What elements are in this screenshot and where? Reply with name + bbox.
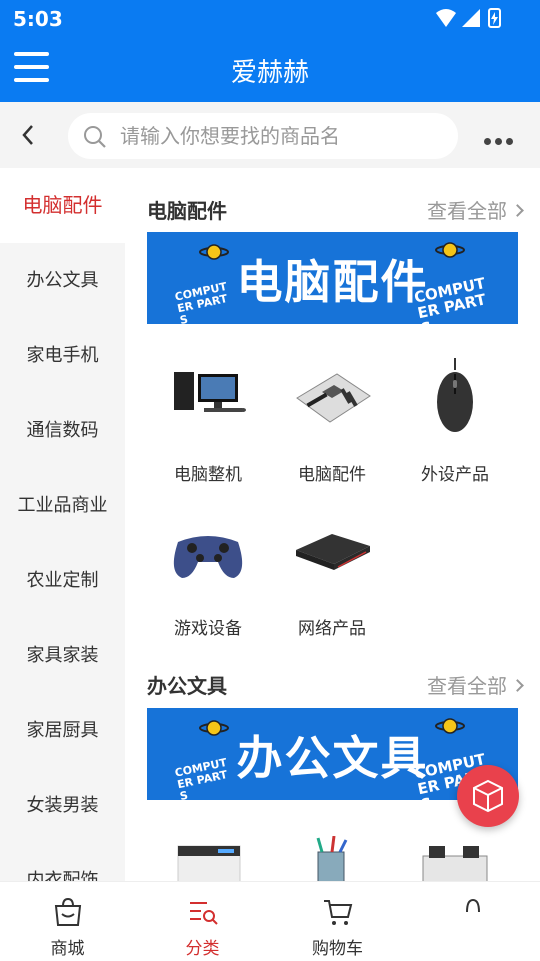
category-item[interactable]: 网络产品 [277,512,387,652]
sidebar-item-apparel[interactable]: 女装男装 [0,768,125,843]
tab-label: 商城 [50,939,85,959]
tab-label: 分类 [185,939,220,959]
motherboard-icon [296,373,371,423]
sidebar-item-kitchen[interactable]: 家居厨具 [0,693,125,768]
section-title: 办公文具 [147,674,227,698]
category-label: 电脑整机 [174,465,242,485]
sidebar-item-digital[interactable]: 通信数码 [0,393,125,468]
app-bar: 爱赫赫 [0,36,540,102]
floating-action-button[interactable] [457,765,519,827]
tab-cart[interactable]: 购物车 [270,882,405,961]
gamepad-icon [173,536,243,578]
category-item[interactable] [277,836,387,881]
back-icon[interactable] [16,120,40,150]
box-3d-icon [473,779,503,813]
chevron-right-icon [511,204,524,217]
mouse-icon [437,358,473,432]
search-input[interactable] [120,121,440,151]
category-item[interactable] [400,836,510,881]
view-all-link[interactable]: 查看全部 [427,670,524,699]
section-header: 电脑配件 查看全部 [147,195,524,225]
section-header: 办公文具 查看全部 [147,670,524,700]
user-icon [466,898,480,913]
app-title: 爱赫赫 [230,58,309,88]
status-icons [436,8,501,28]
sidebar-item-furniture[interactable]: 家具家装 [0,618,125,693]
sidebar-item-industrial[interactable]: 工业品商业 [0,468,125,543]
view-all-link[interactable]: 查看全部 [427,195,524,224]
router-icon [296,534,370,570]
category-item[interactable]: 电脑整机 [153,358,263,498]
tab-mall[interactable]: 商城 [0,882,135,961]
sidebar-item-agriculture[interactable]: 农业定制 [0,543,125,618]
printer-icon [177,845,241,881]
sidebar-item-office-supplies[interactable]: 办公文具 [0,243,125,318]
search-row [0,102,540,168]
wifi-icon [436,9,456,27]
category-item[interactable]: 电脑配件 [277,358,387,498]
category-label: 电脑配件 [298,465,366,485]
view-all-label: 查看全部 [427,674,507,698]
section-banner[interactable]: 电脑配件 COMPUTER PARTS COMPUTER PARTS [147,232,518,324]
shopping-bag-icon [54,897,82,926]
stationery-icon [316,836,348,881]
status-bar: 5:03 [0,0,540,36]
sidebar-item-appliances-phones[interactable]: 家电手机 [0,318,125,393]
tab-profile[interactable] [405,882,540,961]
desktop-pc-icon [174,372,246,412]
section-title: 电脑配件 [147,199,227,223]
view-all-label: 查看全部 [427,199,507,223]
category-label: 外设产品 [421,465,489,485]
category-sidebar: 电脑配件 办公文具 家电手机 通信数码 工业品商业 农业定制 家具家装 家居厨具… [0,168,125,881]
category-item[interactable] [153,836,263,881]
category-label: 网络产品 [298,619,366,639]
category-search-icon [190,902,218,925]
signal-icon [462,9,480,27]
office-desk-icon [422,846,488,881]
more-icon[interactable] [484,130,518,145]
status-time: 5:03 [13,7,63,31]
sidebar-item-underwear[interactable]: 内衣配饰 [0,843,125,881]
category-item[interactable]: 游戏设备 [153,512,263,652]
category-item[interactable]: 外设产品 [400,358,510,498]
chevron-right-icon [511,679,524,692]
tab-category[interactable]: 分类 [135,882,270,961]
cart-icon [324,900,353,925]
search-box[interactable] [68,113,458,159]
category-label: 游戏设备 [174,619,242,639]
bottom-tab-bar: 商城 分类 购物车 [0,881,540,960]
search-icon [84,126,106,148]
tab-label: 购物车 [312,939,363,959]
sidebar-item-computer-parts[interactable]: 电脑配件 [0,168,125,243]
